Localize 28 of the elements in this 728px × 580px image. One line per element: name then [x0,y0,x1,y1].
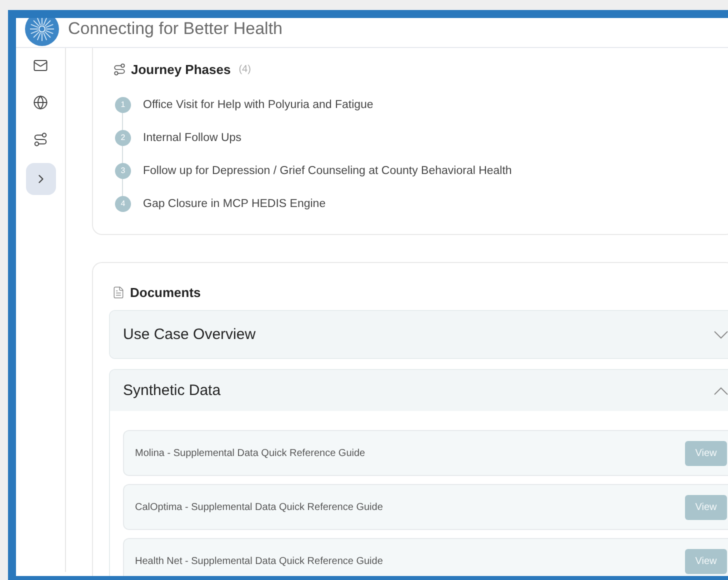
document-title: CalOptima - Supplemental Data Quick Reference Guide [135,502,383,512]
document-title: Health Net - Supplemental Data Quick Reference Guide [135,556,383,566]
app-title: Connecting for Better Health [68,18,283,38]
phase-label: Follow up for Depression / Grief Counseling at County Behavioral Health [143,164,512,176]
view-button[interactable]: View [685,548,727,574]
view-button[interactable]: View [685,494,727,520]
section-title: Documents [130,285,201,300]
chevron-up-icon [714,386,728,394]
logo-icon [24,18,60,46]
phase-label: Internal Follow Ups [143,132,242,144]
step-number: 4 [115,196,131,212]
section-title: Journey Phases [131,62,231,77]
view-button[interactable]: View [685,440,727,466]
accordion-header[interactable]: Synthetic Data [110,370,728,411]
route-icon[interactable] [33,132,48,147]
phase-label: Office Visit for Help with Polyuria and Fatigue [143,98,374,110]
document-icon [112,286,125,299]
chevron-down-icon [714,330,728,338]
accordion-header[interactable]: Use Case Overview [110,311,728,358]
step-number: 2 [115,130,131,146]
step-number: 1 [115,96,131,112]
route-icon [113,63,126,76]
mail-icon[interactable] [33,58,48,73]
document-title: Molina - Supplemental Data Quick Reference Guide [135,448,366,458]
phase-count: (4) [238,64,251,75]
step-number: 3 [115,162,131,178]
globe-icon[interactable] [33,95,48,110]
phase-label: Gap Closure in MCP HEDIS Engine [143,198,326,210]
